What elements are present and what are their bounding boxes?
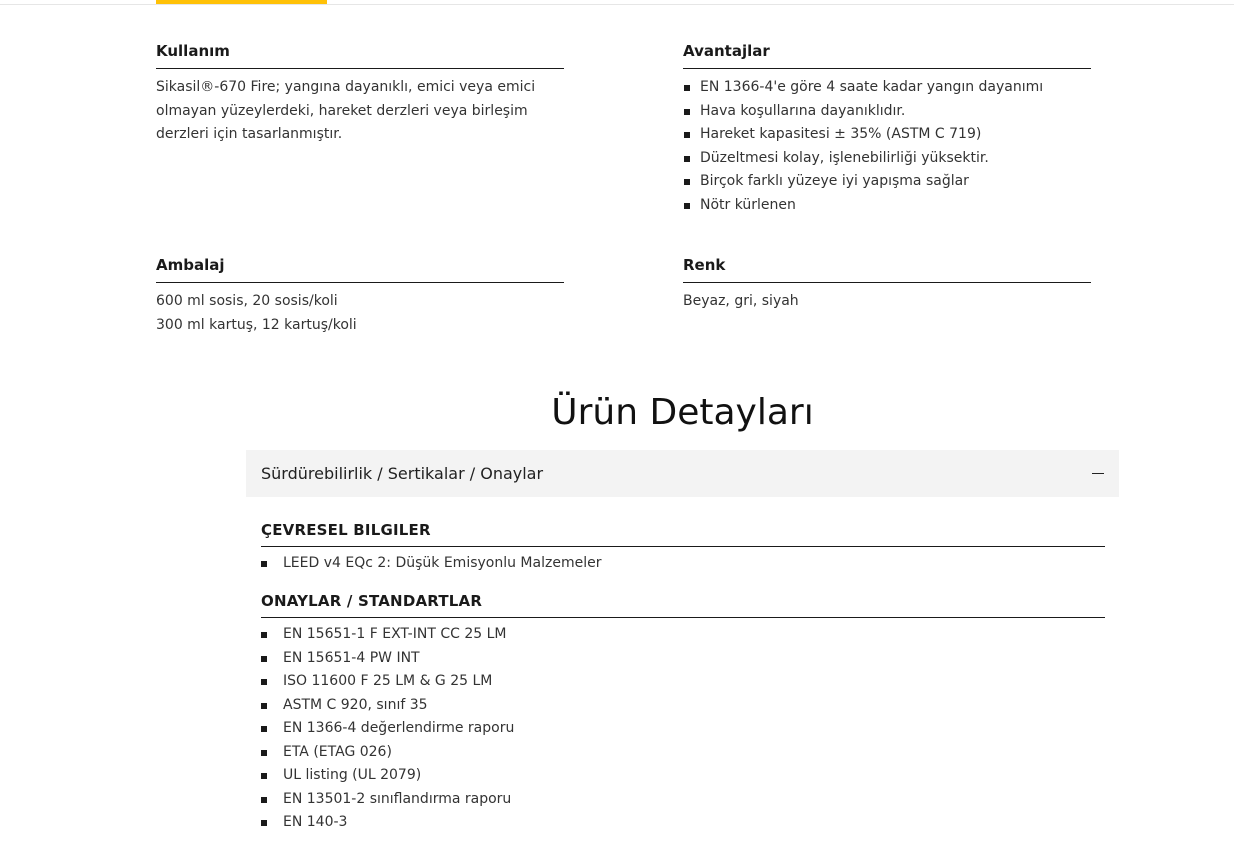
product-details-title: Ürün Detayları <box>551 392 814 433</box>
list-item: Düzeltmesi kolay, işlenebilirliği yüksek… <box>683 147 1091 171</box>
square-bullet-icon <box>261 820 267 826</box>
list-item: EN 1366-4'e göre 4 saate kadar yangın da… <box>683 76 1091 100</box>
list-item: EN 15651-4 PW INT <box>261 647 1105 671</box>
environmental-heading: ÇEVRESEL BILGILER <box>261 520 1105 547</box>
packaging-section: Ambalaj 600 ml sosis, 20 sosis/koli 300 … <box>156 255 564 337</box>
packaging-line: 300 ml kartuş, 12 kartuş/koli <box>156 316 357 333</box>
list-item: EN 15651-1 F EXT-INT CC 25 LM <box>261 623 1105 647</box>
top-divider <box>0 4 1234 5</box>
square-bullet-icon <box>261 702 267 709</box>
usage-text: Sikasil®-670 Fire; yangına dayanıklı, em… <box>156 79 536 142</box>
square-bullet-icon <box>261 773 267 779</box>
list-item: UL listing (UL 2079) <box>261 764 1105 788</box>
color-section: Renk Beyaz, gri, siyah <box>683 255 1091 314</box>
minus-icon[interactable] <box>1092 468 1104 480</box>
advantages-section: Avantajlar EN 1366-4'e göre 4 saate kada… <box>683 41 1091 217</box>
square-bullet-icon <box>261 655 267 662</box>
approvals-list: EN 15651-1 F EXT-INT CC 25 LM EN 15651-4… <box>261 623 1105 835</box>
square-bullet-icon <box>684 155 690 162</box>
sustainability-accordion-toggle[interactable]: Sürdürebilirlik / Sertikalar / Onaylar <box>246 450 1119 497</box>
packaging-line: 600 ml sosis, 20 sosis/koli <box>156 293 338 309</box>
usage-section: Kullanım Sikasil®-670 Fire; yangına daya… <box>156 41 564 147</box>
list-item: EN 13501-2 sınıflandırma raporu <box>261 788 1105 812</box>
square-bullet-icon <box>684 179 690 185</box>
list-item: Nötr kürlenen <box>683 194 1091 218</box>
square-bullet-icon <box>261 679 267 685</box>
square-bullet-icon <box>261 796 267 803</box>
accordion-title: Sürdürebilirlik / Sertikalar / Onaylar <box>261 464 544 483</box>
advantages-heading: Avantajlar <box>683 41 1091 69</box>
square-bullet-icon <box>261 749 267 756</box>
square-bullet-icon <box>261 561 267 567</box>
advantages-list: EN 1366-4'e göre 4 saate kadar yangın da… <box>683 76 1091 217</box>
environmental-info-section: ÇEVRESEL BILGILER LEED v4 EQc 2: Düşük E… <box>261 520 1105 576</box>
list-item: ETA (ETAG 026) <box>261 741 1105 765</box>
environmental-list: LEED v4 EQc 2: Düşük Emisyonlu Malzemele… <box>261 552 1105 576</box>
square-bullet-icon <box>684 202 690 209</box>
color-heading: Renk <box>683 255 1091 283</box>
list-item: ASTM C 920, sınıf 35 <box>261 694 1105 718</box>
square-bullet-icon <box>684 132 690 138</box>
approvals-section: ONAYLAR / STANDARTLAR EN 15651-1 F EXT-I… <box>261 591 1105 835</box>
list-item: Birçok farklı yüzeye iyi yapışma sağlar <box>683 170 1091 194</box>
list-item: EN 140-3 <box>261 811 1105 835</box>
list-item: ISO 11600 F 25 LM & G 25 LM <box>261 670 1105 694</box>
square-bullet-icon <box>684 108 690 115</box>
list-item: Hava koşullarına dayanıklıdır. <box>683 100 1091 124</box>
active-tab-indicator <box>156 0 327 4</box>
packaging-heading: Ambalaj <box>156 255 564 283</box>
square-bullet-icon <box>261 632 267 638</box>
approvals-heading: ONAYLAR / STANDARTLAR <box>261 591 1105 618</box>
usage-heading: Kullanım <box>156 41 564 69</box>
list-item: EN 1366-4 değerlendirme raporu <box>261 717 1105 741</box>
square-bullet-icon <box>684 85 690 91</box>
list-item: LEED v4 EQc 2: Düşük Emisyonlu Malzemele… <box>261 552 1105 576</box>
color-text: Beyaz, gri, siyah <box>683 293 799 309</box>
square-bullet-icon <box>261 726 267 732</box>
list-item: Hareket kapasitesi ± 35% (ASTM C 719) <box>683 123 1091 147</box>
